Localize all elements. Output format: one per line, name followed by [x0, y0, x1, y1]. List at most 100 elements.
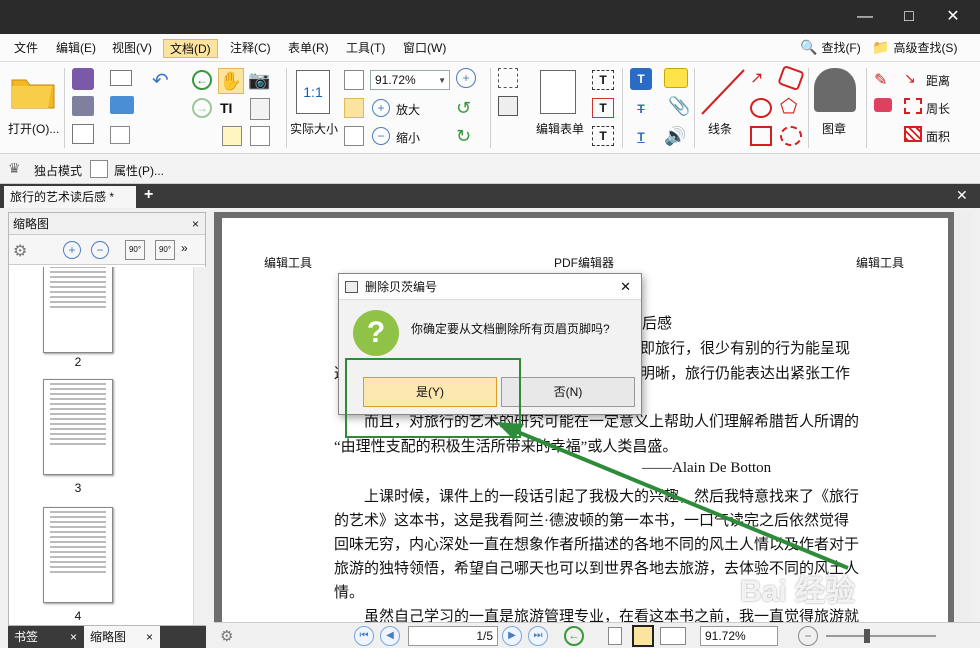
- solo-mode-button[interactable]: 独占模式: [34, 162, 82, 179]
- zoom-select[interactable]: 91.72%: [370, 70, 450, 90]
- menu-window[interactable]: 窗口(W): [397, 39, 452, 58]
- fit-width-icon[interactable]: [344, 98, 364, 118]
- attach-icon[interactable]: 📎: [668, 96, 690, 117]
- last-page-button[interactable]: ⏭: [528, 626, 548, 646]
- line-label[interactable]: 线条: [708, 120, 732, 137]
- scan-icon[interactable]: [110, 96, 134, 114]
- thumbnail-page[interactable]: [43, 507, 113, 603]
- zoom-out-label[interactable]: 缩小: [396, 129, 420, 146]
- perimeter-icon[interactable]: [904, 98, 922, 114]
- menu-comment[interactable]: 注释(C): [224, 39, 277, 58]
- textbox-icon[interactable]: T: [592, 98, 614, 118]
- zoom-in-icon[interactable]: +: [372, 99, 390, 117]
- panel-close-button[interactable]: ×: [192, 213, 199, 235]
- find-button[interactable]: 🔍 查找(F): [800, 39, 861, 56]
- close-tab-button[interactable]: ✕: [956, 187, 968, 204]
- callout-icon[interactable]: T: [592, 126, 614, 146]
- document-scrollbar[interactable]: [954, 212, 972, 622]
- email-icon[interactable]: [110, 70, 132, 86]
- menu-file[interactable]: 文件: [8, 39, 44, 58]
- open-label[interactable]: 打开(O)...: [8, 120, 59, 137]
- text-field-icon[interactable]: [498, 96, 518, 116]
- save-icon[interactable]: [72, 68, 94, 90]
- sound-icon[interactable]: 🔊: [664, 126, 686, 147]
- thumbnail-page[interactable]: [43, 267, 113, 353]
- line-icon[interactable]: [700, 68, 746, 119]
- paste-icon[interactable]: [250, 98, 270, 120]
- back-icon[interactable]: ←: [192, 70, 212, 90]
- menu-document[interactable]: 文档(D): [163, 39, 218, 58]
- zoom-tool-icon[interactable]: +: [456, 68, 476, 88]
- snapshot-icon[interactable]: 📷: [248, 70, 270, 91]
- thumbnails-tab[interactable]: 缩略图 ×: [84, 626, 160, 648]
- distance-label[interactable]: 距离: [926, 72, 950, 89]
- pencil-icon[interactable]: ✎: [874, 70, 887, 90]
- bookmarks-tab[interactable]: 书签 ×: [8, 626, 82, 648]
- stamp-icon[interactable]: [814, 68, 856, 112]
- next-page-button[interactable]: ▶: [502, 626, 522, 646]
- eraser-icon[interactable]: [874, 98, 892, 112]
- rotate-right-icon[interactable]: ↻: [456, 126, 471, 147]
- menu-form[interactable]: 表单(R): [282, 39, 335, 58]
- fit-page-icon[interactable]: [344, 70, 364, 90]
- polyline-icon[interactable]: [777, 64, 805, 92]
- thumbnail-page[interactable]: [43, 379, 113, 475]
- zoom-slider-thumb[interactable]: [864, 629, 870, 643]
- thumb-zoom-in-icon[interactable]: +: [63, 241, 81, 259]
- bookmarks-tab-close[interactable]: ×: [70, 626, 77, 648]
- continuous-page-icon[interactable]: [632, 625, 654, 647]
- fit-visible-icon[interactable]: [344, 126, 364, 146]
- zoom-slider[interactable]: [826, 635, 936, 637]
- rotate-left-icon[interactable]: ↺: [456, 98, 471, 119]
- zoom-out-icon[interactable]: −: [372, 127, 390, 145]
- rotate-ccw-icon[interactable]: 90°: [125, 240, 145, 260]
- print-icon[interactable]: [72, 96, 94, 116]
- form-field-icon[interactable]: [498, 68, 518, 88]
- select-text-icon[interactable]: TI: [220, 100, 232, 116]
- no-button[interactable]: 否(N): [501, 377, 635, 407]
- export-icon[interactable]: [72, 124, 94, 144]
- document-icon[interactable]: [250, 126, 270, 146]
- new-tab-button[interactable]: +: [144, 186, 153, 204]
- close-window-button[interactable]: ✕: [942, 6, 964, 28]
- zoom-minus-icon[interactable]: −: [798, 626, 818, 646]
- underline-icon[interactable]: T: [630, 126, 652, 148]
- menu-tools[interactable]: 工具(T): [340, 39, 391, 58]
- distance-icon[interactable]: ↘: [904, 70, 916, 87]
- typewriter-icon[interactable]: T: [592, 70, 614, 90]
- prev-page-button[interactable]: ◀: [380, 626, 400, 646]
- edit-form-label[interactable]: 编辑表单: [536, 120, 584, 137]
- zoom-level-select[interactable]: 91.72%: [700, 626, 778, 646]
- area-label[interactable]: 面积: [926, 128, 950, 145]
- arrow-tool-icon[interactable]: ↗: [750, 68, 772, 88]
- edit-form-icon[interactable]: [540, 70, 576, 114]
- strikeout-icon[interactable]: T: [630, 98, 652, 120]
- document-tab[interactable]: 旅行的艺术读后感 *: [4, 186, 136, 208]
- single-page-icon[interactable]: [608, 627, 622, 645]
- menu-edit[interactable]: 编辑(E): [50, 39, 102, 58]
- forward-icon[interactable]: →: [192, 98, 212, 118]
- maximize-button[interactable]: □: [898, 6, 920, 28]
- rotate-cw-icon[interactable]: 90°: [155, 240, 175, 260]
- actual-size-icon[interactable]: 1:1: [296, 70, 330, 114]
- cloud-icon[interactable]: [780, 126, 802, 146]
- thumbnail-scrollbar[interactable]: [193, 267, 206, 625]
- note-icon[interactable]: [664, 68, 688, 88]
- stamp-label[interactable]: 图章: [822, 120, 846, 137]
- area-icon[interactable]: [904, 126, 922, 142]
- minimize-button[interactable]: —: [854, 6, 876, 28]
- undo-icon[interactable]: ↶: [152, 68, 169, 93]
- polygon-icon[interactable]: ⬠: [780, 97, 802, 118]
- thumb-zoom-out-icon[interactable]: −: [91, 241, 109, 259]
- open-folder-icon[interactable]: [10, 72, 56, 110]
- dialog-close-button[interactable]: ✕: [620, 274, 631, 300]
- thumbnails-tab-close[interactable]: ×: [146, 626, 153, 648]
- annotate-select-icon[interactable]: [222, 126, 242, 146]
- two-page-icon[interactable]: [660, 627, 686, 645]
- zoom-in-label[interactable]: 放大: [396, 101, 420, 118]
- advanced-find-button[interactable]: 📁 高级查找(S): [872, 39, 957, 56]
- actual-size-label[interactable]: 实际大小: [290, 120, 338, 137]
- nav-back-icon[interactable]: ←: [564, 626, 584, 646]
- settings-gear-icon[interactable]: ⚙: [220, 627, 233, 645]
- hand-tool-icon[interactable]: ✋: [218, 68, 244, 94]
